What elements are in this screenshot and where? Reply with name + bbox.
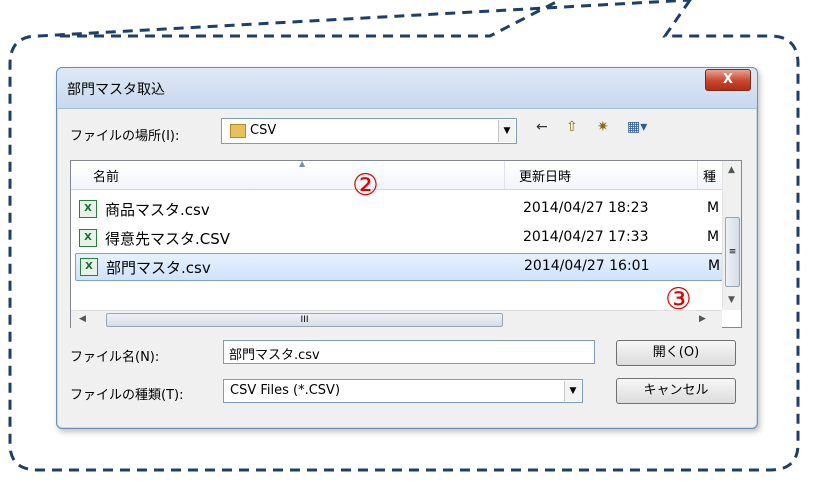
filetype-combobox[interactable]: CSV Files (*.CSV) ▼ (223, 379, 583, 403)
file-name: 部門マスタ.csv (106, 259, 211, 277)
vertical-scroll-thumb[interactable]: ≡ (725, 217, 740, 287)
file-date: 2014/04/27 16:01 (524, 258, 650, 274)
location-value: CSV (250, 123, 277, 138)
column-separator[interactable] (504, 161, 505, 189)
location-combobox[interactable]: CSV ▼ (221, 118, 517, 144)
file-name: 得意先マスタ.CSV (105, 230, 231, 248)
file-row-selected[interactable]: X 部門マスタ.csv 2014/04/27 16:01 M (75, 253, 723, 281)
chevron-down-icon[interactable]: ▼ (564, 381, 581, 401)
sort-up-icon: ▲ (299, 159, 306, 168)
column-date-header[interactable]: 更新日時 (519, 166, 571, 185)
dialog-titlebar: 部門マスタ取込 X (57, 68, 757, 109)
filename-value: 部門マスタ.csv (229, 348, 320, 363)
column-type-header[interactable]: 種 (703, 166, 716, 185)
annotation-marker-3: ③ (665, 282, 692, 317)
back-icon[interactable]: ← (536, 119, 548, 135)
open-file-dialog: 部門マスタ取込 X ファイルの場所(I): CSV ▼ ← ⇧ ✷ ▦▾ 名前 … (56, 67, 758, 429)
file-name: 商品マスタ.csv (105, 201, 210, 219)
horizontal-scroll-thumb[interactable]: III (106, 313, 503, 327)
file-type: M (707, 229, 720, 245)
file-date: 2014/04/27 18:23 (523, 200, 649, 216)
vertical-scrollbar[interactable]: ▲ ≡ ▼ (722, 161, 741, 310)
excel-file-icon: X (79, 200, 97, 218)
file-type: M (708, 258, 721, 274)
dialog-title: 部門マスタ取込 (67, 82, 165, 98)
scroll-right-arrow[interactable]: ▶ (699, 314, 706, 324)
scroll-up-arrow[interactable]: ▲ (728, 165, 735, 175)
view-menu-icon[interactable]: ▦▾ (627, 119, 647, 135)
chevron-down-icon[interactable]: ▼ (498, 120, 515, 142)
column-separator[interactable] (697, 161, 698, 189)
filetype-label: ファイルの種類(T): (70, 388, 184, 403)
scroll-left-arrow[interactable]: ◀ (79, 314, 86, 324)
filename-input[interactable]: 部門マスタ.csv (223, 340, 595, 364)
open-button[interactable]: 開く(O) (616, 340, 736, 366)
filename-label: ファイル名(N): (70, 350, 160, 365)
file-list-header: 名前 ▲ 更新日時 種 (71, 159, 722, 190)
file-row[interactable]: X 得意先マスタ.CSV 2014/04/27 17:33 M (75, 225, 721, 251)
file-list: 名前 ▲ 更新日時 種 X 商品マスタ.csv 2014/04/27 18:23… (70, 159, 742, 328)
filetype-value: CSV Files (*.CSV) (230, 383, 341, 398)
folder-icon (230, 124, 246, 138)
scroll-down-arrow[interactable]: ▼ (728, 295, 735, 305)
location-label: ファイルの場所(I): (70, 129, 180, 144)
file-date: 2014/04/27 17:33 (523, 229, 649, 245)
file-type: M (707, 200, 720, 216)
close-button[interactable]: X (705, 69, 751, 91)
column-name-header[interactable]: 名前 (93, 166, 119, 185)
excel-file-icon: X (80, 258, 98, 276)
annotation-marker-2: ② (352, 168, 379, 203)
horizontal-scrollbar[interactable]: ◀ III ▶ (71, 310, 722, 328)
cancel-button[interactable]: キャンセル (616, 378, 736, 404)
new-folder-icon[interactable]: ✷ (597, 119, 609, 135)
file-row[interactable]: X 商品マスタ.csv 2014/04/27 18:23 M (75, 196, 721, 222)
excel-file-icon: X (79, 229, 97, 247)
up-folder-icon[interactable]: ⇧ (566, 119, 578, 135)
